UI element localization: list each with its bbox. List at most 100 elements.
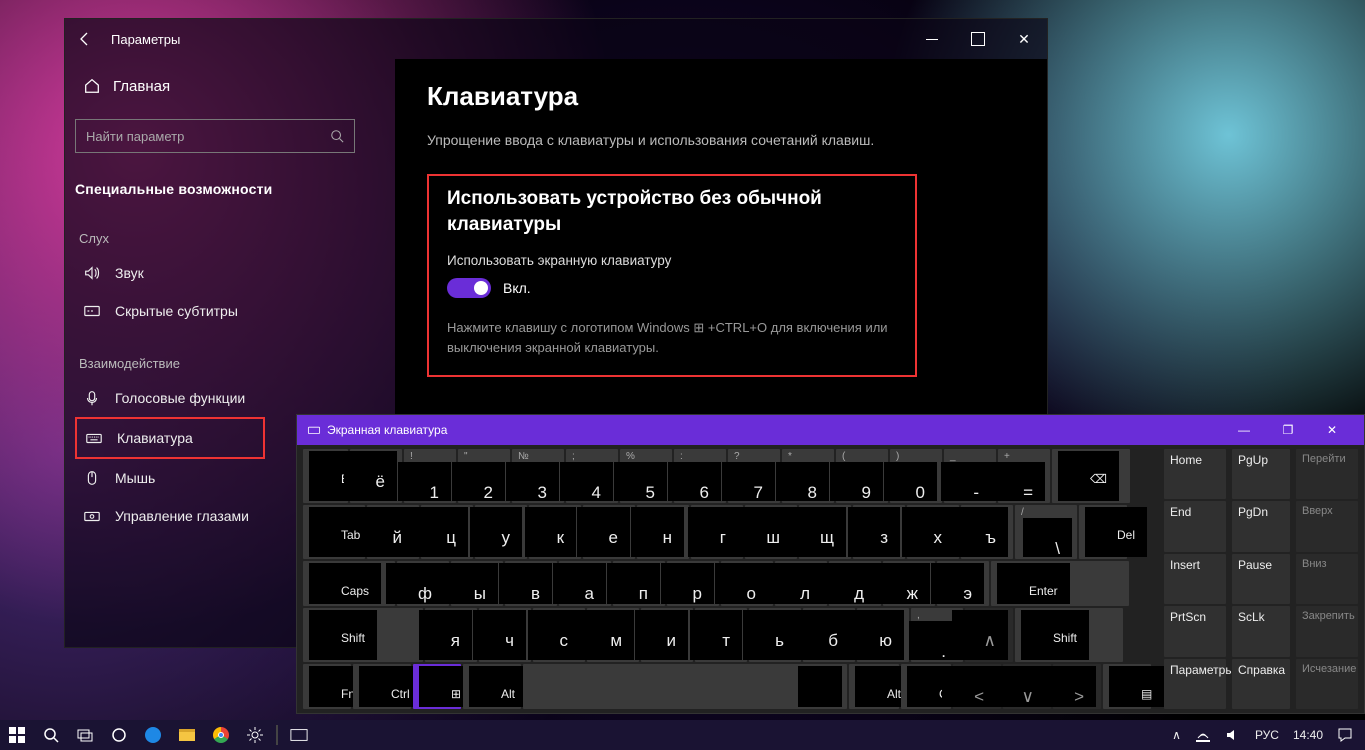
sidebar-item-captions[interactable]: Скрытые субтитры bbox=[75, 292, 265, 330]
key-pgup[interactable]: PgUp bbox=[1232, 449, 1290, 499]
key-Fn[interactable]: Fn bbox=[303, 664, 351, 709]
sidebar-item-keyboard[interactable]: Клавиатура bbox=[75, 417, 265, 459]
notifications-icon[interactable] bbox=[1337, 727, 1353, 743]
key-7[interactable]: ?7 bbox=[728, 449, 780, 503]
key-а[interactable]: а bbox=[559, 561, 611, 606]
key-перейти[interactable]: Перейти bbox=[1296, 449, 1358, 499]
network-icon[interactable] bbox=[1195, 727, 1211, 743]
key-space[interactable] bbox=[523, 664, 847, 709]
key-ю[interactable]: ю bbox=[857, 608, 909, 662]
key-и[interactable]: и bbox=[641, 608, 693, 662]
search-input[interactable]: Найти параметр bbox=[75, 119, 355, 153]
key-вниз[interactable]: Вниз bbox=[1296, 554, 1358, 604]
key-д[interactable]: д bbox=[829, 561, 881, 606]
key-∧[interactable]: ∧ bbox=[965, 608, 1013, 662]
key-н[interactable]: н bbox=[637, 505, 689, 559]
key-\[interactable]: /\ bbox=[1015, 505, 1077, 559]
key-pgdn[interactable]: PgDn bbox=[1232, 501, 1290, 551]
key-9[interactable]: (9 bbox=[836, 449, 888, 503]
edge-icon[interactable] bbox=[136, 720, 170, 750]
key-⊞[interactable]: ⊞ bbox=[413, 664, 461, 709]
key-end[interactable]: End bbox=[1164, 501, 1226, 551]
key-insert[interactable]: Insert bbox=[1164, 554, 1226, 604]
key-Tab[interactable]: Tab bbox=[303, 505, 365, 559]
sidebar-item-mouse[interactable]: Мышь bbox=[75, 459, 265, 497]
key-с[interactable]: с bbox=[533, 608, 585, 662]
key-pause[interactable]: Pause bbox=[1232, 554, 1290, 604]
osk-toggle[interactable] bbox=[447, 278, 491, 298]
key-Shift[interactable]: Shift bbox=[303, 608, 423, 662]
key-справка[interactable]: Справка bbox=[1232, 659, 1290, 709]
key-я[interactable]: я bbox=[425, 608, 477, 662]
key-0[interactable]: )0 bbox=[890, 449, 942, 503]
key-з[interactable]: з bbox=[853, 505, 905, 559]
key-э[interactable]: э bbox=[937, 561, 989, 606]
key-параметры[interactable]: Параметры bbox=[1164, 659, 1226, 709]
osk-maximize[interactable]: ❐ bbox=[1266, 423, 1310, 437]
language-indicator[interactable]: РУС bbox=[1255, 728, 1279, 742]
key-й[interactable]: й bbox=[367, 505, 419, 559]
taskview-icon[interactable] bbox=[68, 720, 102, 750]
key-ё[interactable]: ё bbox=[350, 449, 402, 503]
key-Alt[interactable]: Alt bbox=[463, 664, 521, 709]
osk-minimize[interactable]: ― bbox=[1222, 423, 1266, 437]
key-ж[interactable]: ж bbox=[883, 561, 935, 606]
key-ц[interactable]: ц bbox=[421, 505, 473, 559]
chrome-icon[interactable] bbox=[204, 720, 238, 750]
key-м[interactable]: м bbox=[587, 608, 639, 662]
key-у[interactable]: у bbox=[475, 505, 527, 559]
key-ъ[interactable]: ъ bbox=[961, 505, 1013, 559]
search-taskbar[interactable] bbox=[34, 720, 68, 750]
key-Shift[interactable]: Shift bbox=[1015, 608, 1123, 662]
key-к[interactable]: к bbox=[529, 505, 581, 559]
key-ы[interactable]: ы bbox=[451, 561, 503, 606]
key-home[interactable]: Home bbox=[1164, 449, 1226, 499]
key-=[interactable]: += bbox=[998, 449, 1050, 503]
key-в[interactable]: в bbox=[505, 561, 557, 606]
close-button[interactable]: ✕ bbox=[1001, 19, 1047, 59]
key-1[interactable]: !1 bbox=[404, 449, 456, 503]
key-вверх[interactable]: Вверх bbox=[1296, 501, 1358, 551]
sidebar-item-eye[interactable]: Управление глазами bbox=[75, 497, 265, 535]
key-закрепить[interactable]: Закрепить bbox=[1296, 606, 1358, 656]
key-о[interactable]: о bbox=[721, 561, 773, 606]
key-⌫[interactable]: ⌫ bbox=[1052, 449, 1130, 503]
key-Enter[interactable]: Enter bbox=[991, 561, 1129, 606]
settings-taskbar-icon[interactable] bbox=[238, 720, 272, 750]
key-Alt[interactable]: Alt bbox=[849, 664, 899, 709]
key-3[interactable]: №3 bbox=[512, 449, 564, 503]
key-2[interactable]: "2 bbox=[458, 449, 510, 503]
start-button[interactable] bbox=[0, 720, 34, 750]
key-исчезание[interactable]: Исчезание bbox=[1296, 659, 1358, 709]
key--[interactable]: _- bbox=[944, 449, 996, 503]
key-Esc[interactable]: Esc bbox=[303, 449, 348, 503]
key-х[interactable]: х bbox=[907, 505, 959, 559]
key-п[interactable]: п bbox=[613, 561, 665, 606]
volume-icon[interactable] bbox=[1225, 727, 1241, 743]
key-щ[interactable]: щ bbox=[799, 505, 851, 559]
key-Caps[interactable]: Caps bbox=[303, 561, 395, 606]
key-р[interactable]: р bbox=[667, 561, 719, 606]
back-button[interactable] bbox=[65, 19, 105, 59]
key-8[interactable]: *8 bbox=[782, 449, 834, 503]
sidebar-home[interactable]: Главная bbox=[75, 67, 395, 105]
clock[interactable]: 14:40 bbox=[1293, 728, 1323, 742]
sidebar-item-speech[interactable]: Голосовые функции bbox=[75, 379, 265, 417]
osk-close[interactable]: ✕ bbox=[1310, 423, 1354, 437]
explorer-icon[interactable] bbox=[170, 720, 204, 750]
key-prtscn[interactable]: PrtScn bbox=[1164, 606, 1226, 656]
cortana-icon[interactable] bbox=[102, 720, 136, 750]
key-5[interactable]: %5 bbox=[620, 449, 672, 503]
key-Del[interactable]: Del bbox=[1079, 505, 1127, 559]
key-ч[interactable]: ч bbox=[479, 608, 531, 662]
key-▤[interactable]: ▤ bbox=[1103, 664, 1151, 709]
osk-taskbar-icon[interactable] bbox=[282, 720, 316, 750]
key-6[interactable]: :6 bbox=[674, 449, 726, 503]
sidebar-item-sound[interactable]: Звук bbox=[75, 254, 265, 292]
key-sclk[interactable]: ScLk bbox=[1232, 606, 1290, 656]
minimize-button[interactable] bbox=[909, 19, 955, 59]
tray-chevron-icon[interactable]: ∧ bbox=[1172, 728, 1181, 742]
key-л[interactable]: л bbox=[775, 561, 827, 606]
maximize-button[interactable] bbox=[955, 19, 1001, 59]
key-ь[interactable]: ь bbox=[749, 608, 801, 662]
